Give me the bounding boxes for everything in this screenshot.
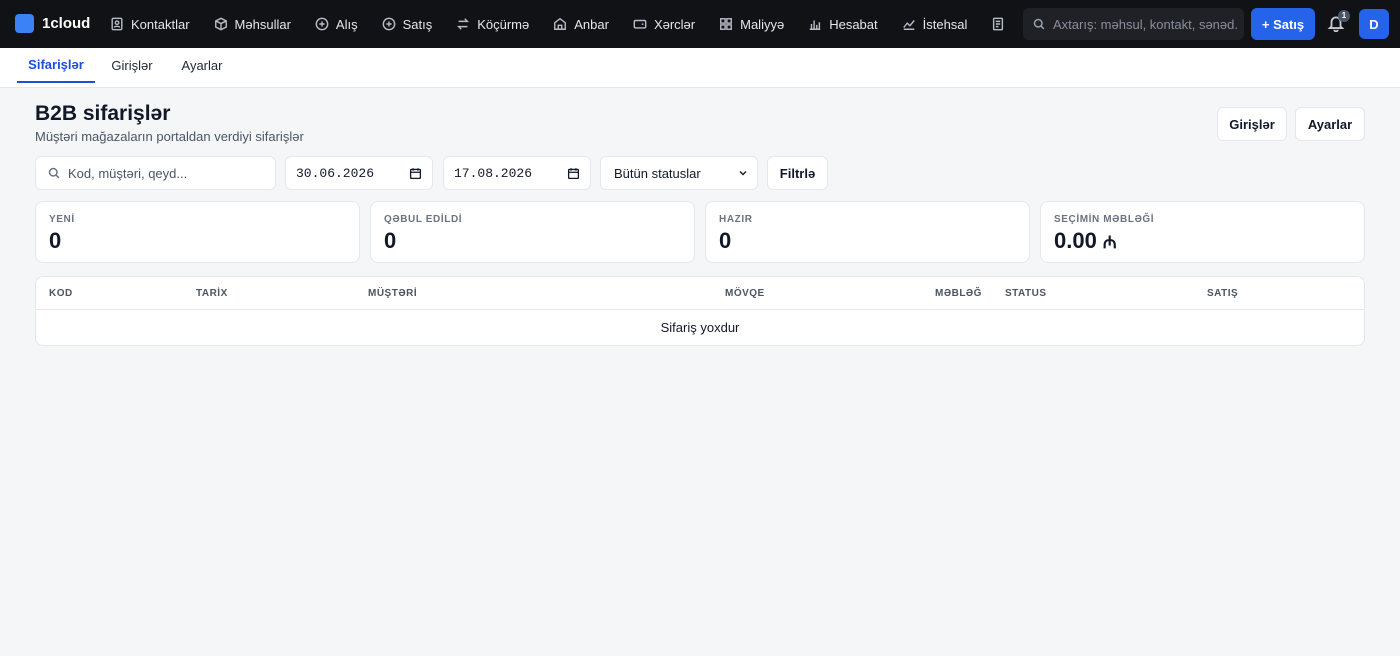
wallet-icon bbox=[633, 19, 647, 29]
chevron-down-icon bbox=[739, 171, 747, 176]
status-select[interactable]: Bütün statuslar bbox=[600, 156, 758, 190]
status-select-value: Bütün statuslar bbox=[614, 165, 701, 181]
date-to-field[interactable]: 17.08.2026 bbox=[443, 156, 591, 190]
grid-icon bbox=[720, 18, 733, 30]
filter-button[interactable]: Filtrlə bbox=[767, 156, 828, 190]
nav-label: Anbar bbox=[574, 16, 609, 32]
search-icon bbox=[1033, 18, 1045, 30]
table-header: KOD TARİX MÜŞTƏRİ MÖVQE MƏBLƏĞ STATUS SA… bbox=[36, 277, 1364, 310]
user-avatar[interactable]: D bbox=[1359, 9, 1389, 39]
stat-value: 0.00 bbox=[1054, 228, 1097, 253]
tab-orders[interactable]: Sifarişlər bbox=[17, 48, 95, 83]
stat-card-ready: HAZIR 0 bbox=[705, 201, 1030, 263]
column-header-amount[interactable]: MƏBLƏĞ bbox=[935, 288, 982, 299]
line-chart-icon bbox=[902, 20, 915, 30]
plus-circle-icon bbox=[382, 17, 395, 31]
search-input[interactable] bbox=[1053, 16, 1238, 32]
warehouse-icon bbox=[554, 17, 567, 30]
page-subtitle: Müştəri mağazaların portaldan verdiyi si… bbox=[35, 129, 304, 144]
stat-card-new: YENİ 0 bbox=[35, 201, 360, 263]
nav-item-production[interactable]: İstehsal bbox=[902, 0, 992, 48]
logins-button[interactable]: Girişlər bbox=[1217, 107, 1287, 141]
page-title: B2B sifarişlər bbox=[35, 102, 171, 125]
column-header-sale[interactable]: SATIŞ bbox=[1207, 288, 1238, 299]
stat-card-accepted: QƏBUL EDİLDİ 0 bbox=[370, 201, 695, 263]
main-nav: Kontaktlar Məhsullar Alış Satış Köçürmə … bbox=[110, 0, 1022, 48]
currency-symbol: ₼ bbox=[1102, 232, 1117, 252]
nav-item-finance[interactable]: Maliyyə bbox=[719, 0, 808, 48]
stat-label: QƏBUL EDİLDİ bbox=[384, 214, 463, 225]
box-icon bbox=[214, 17, 227, 31]
orders-search[interactable] bbox=[35, 156, 276, 190]
stat-value: 0 bbox=[49, 228, 62, 253]
tab-logins[interactable]: Girişlər bbox=[99, 48, 165, 83]
nav-label: Satış bbox=[402, 16, 433, 32]
settings-button[interactable]: Ayarlar bbox=[1295, 107, 1365, 141]
nav-item-products[interactable]: Məhsullar bbox=[214, 0, 315, 48]
new-sale-button[interactable]: + Satış bbox=[1251, 8, 1315, 40]
stat-value: 0 bbox=[384, 228, 397, 253]
calendar-icon[interactable] bbox=[409, 167, 422, 180]
stat-card-selection-total: SEÇİMİN MƏBLƏĞİ 0.00 ₼ bbox=[1040, 201, 1365, 263]
plus-circle-icon bbox=[315, 17, 329, 31]
stat-label: SEÇİMİN MƏBLƏĞİ bbox=[1054, 214, 1155, 225]
nav-item-contacts[interactable]: Kontaktlar bbox=[110, 0, 214, 48]
stat-label: HAZIR bbox=[719, 214, 753, 225]
nav-label: Xərclər bbox=[653, 16, 696, 32]
nav-label: Maliyyə bbox=[740, 16, 785, 32]
app-name: 1cloud bbox=[42, 15, 91, 32]
contacts-icon bbox=[111, 17, 123, 31]
orders-search-input[interactable] bbox=[68, 165, 268, 181]
tab-settings[interactable]: Ayarlar bbox=[171, 48, 233, 83]
date-to-value: 17.08.2026 bbox=[454, 165, 533, 181]
nav-label: Hesabat bbox=[829, 16, 878, 32]
brand[interactable]: 1cloud bbox=[15, 14, 90, 33]
calendar-icon[interactable] bbox=[567, 167, 580, 180]
column-header-code[interactable]: KOD bbox=[49, 288, 73, 299]
document-icon bbox=[993, 17, 1004, 31]
date-from-value: 30.06.2026 bbox=[296, 165, 375, 181]
nav-item-more[interactable] bbox=[991, 0, 1022, 48]
search-icon bbox=[48, 167, 60, 179]
stat-value: 0 bbox=[719, 228, 732, 253]
transfer-icon bbox=[457, 18, 470, 30]
nav-label: Kontaktlar bbox=[131, 16, 190, 32]
nav-item-reports[interactable]: Hesabat bbox=[808, 0, 901, 48]
nav-item-purchase[interactable]: Alış bbox=[315, 0, 382, 48]
nav-label: Məhsullar bbox=[234, 16, 291, 32]
column-header-date[interactable]: TARİX bbox=[196, 288, 228, 299]
notification-count-badge: 1 bbox=[1338, 10, 1350, 22]
top-navbar: 1cloud Kontaktlar Məhsullar Alış Satış K bbox=[0, 0, 1400, 48]
bar-chart-icon bbox=[809, 20, 821, 30]
nav-item-transfer[interactable]: Köçürmə bbox=[456, 0, 553, 48]
sub-tabs: Sifarişlər Girişlər Ayarlar bbox=[0, 48, 1400, 88]
nav-label: İstehsal bbox=[922, 16, 968, 32]
date-from-field[interactable]: 30.06.2026 bbox=[285, 156, 433, 190]
orders-table: KOD TARİX MÜŞTƏRİ MÖVQE MƏBLƏĞ STATUS SA… bbox=[35, 276, 1365, 346]
nav-label: Köçürmə bbox=[477, 16, 530, 32]
column-header-customer[interactable]: MÜŞTƏRİ bbox=[368, 288, 417, 299]
nav-label: Alış bbox=[335, 16, 358, 32]
nav-item-sales[interactable]: Satış bbox=[382, 0, 457, 48]
column-header-status[interactable]: STATUS bbox=[1005, 288, 1047, 299]
stat-label: YENİ bbox=[49, 214, 75, 225]
empty-state-message: Sifariş yoxdur bbox=[660, 320, 740, 335]
notifications-button[interactable]: 1 bbox=[1327, 10, 1350, 34]
column-header-position[interactable]: MÖVQE bbox=[725, 288, 765, 299]
nav-item-expenses[interactable]: Xərclər bbox=[633, 0, 719, 48]
nav-item-warehouse[interactable]: Anbar bbox=[553, 0, 633, 48]
global-search[interactable] bbox=[1023, 8, 1244, 40]
logo-icon bbox=[15, 14, 34, 33]
